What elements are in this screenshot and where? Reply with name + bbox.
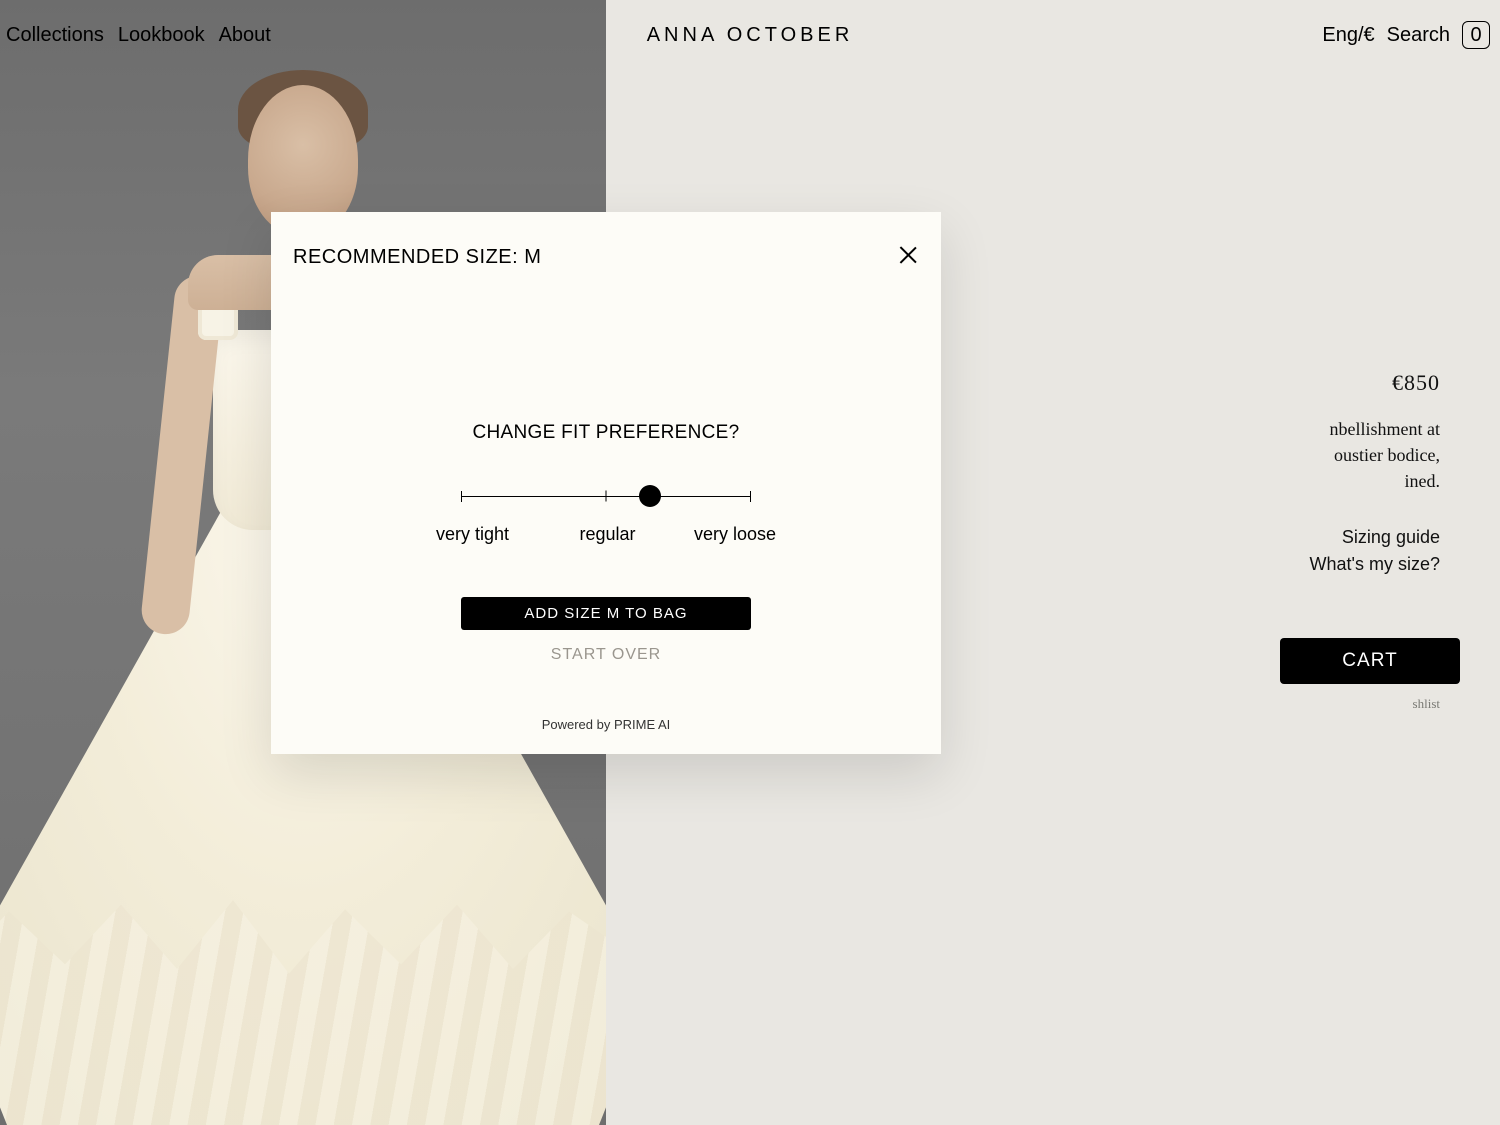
fit-preference-section: CHANGE FIT PREFERENCE? very tight regula… [271,422,941,664]
page: €850 nbellishment at oustier bodice, ine… [0,0,1500,1125]
cart-button[interactable]: 0 [1462,21,1490,49]
label-very-loose: very loose [694,524,776,545]
search-link[interactable]: Search [1387,24,1450,47]
slider-handle[interactable] [639,485,661,507]
slider-labels: very tight regular very loose [436,524,776,545]
product-info: €850 nbellishment at oustier bodice, ine… [1280,370,1440,712]
slider-tick-mid [606,491,607,502]
close-icon[interactable] [897,244,919,266]
nav-left: Collections Lookbook About [0,24,271,47]
fit-slider[interactable] [461,484,751,508]
wishlist-link[interactable]: shlist [1280,696,1440,712]
size-recommendation-modal: RECOMMENDED SIZE: M CHANGE FIT PREFERENC… [271,212,941,754]
nav-collections[interactable]: Collections [6,24,104,47]
product-price: €850 [1280,370,1440,396]
desc-l1: nbellishment at [1280,416,1440,442]
add-to-cart-button[interactable]: CART [1280,638,1460,684]
nav-right: Eng/€ Search 0 [1322,21,1500,49]
desc-l2: oustier bodice, [1280,442,1440,468]
add-size-to-bag-button[interactable]: ADD SIZE M TO BAG [461,597,751,630]
site-header: Collections Lookbook About ANNA OCTOBER … [0,0,1500,70]
product-description: nbellishment at oustier bodice, ined. [1280,416,1440,494]
label-very-tight: very tight [436,524,509,545]
locale-currency-link[interactable]: Eng/€ [1322,24,1374,47]
whats-my-size-link[interactable]: What's my size? [1280,551,1440,578]
modal-title: RECOMMENDED SIZE: M [293,246,919,269]
start-over-button[interactable]: START OVER [271,646,941,664]
nav-lookbook[interactable]: Lookbook [118,24,205,47]
powered-by-label: Powered by PRIME AI [271,717,941,732]
product-links: Sizing guide What's my size? [1280,524,1440,578]
nav-about[interactable]: About [219,24,271,47]
fit-question: CHANGE FIT PREFERENCE? [271,422,941,444]
label-regular: regular [579,524,635,545]
brand-logo[interactable]: ANNA OCTOBER [647,24,854,47]
dress-ruffle [0,900,606,1125]
sizing-guide-link[interactable]: Sizing guide [1280,524,1440,551]
desc-l3: ined. [1280,468,1440,494]
